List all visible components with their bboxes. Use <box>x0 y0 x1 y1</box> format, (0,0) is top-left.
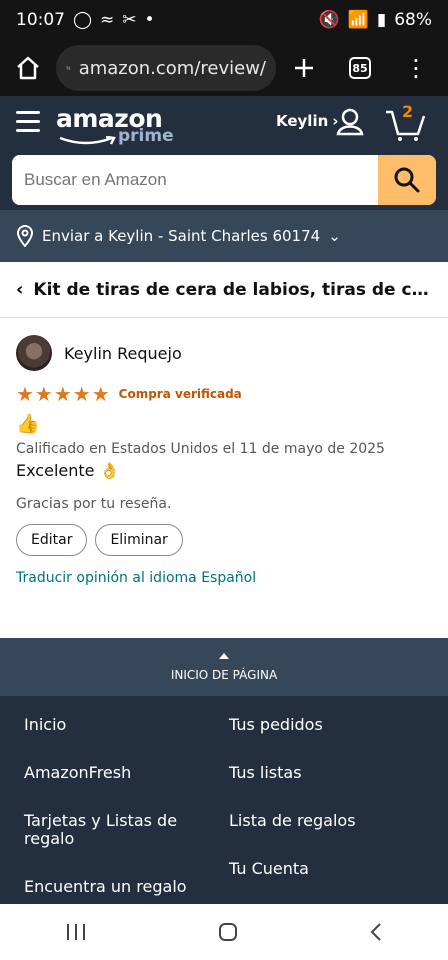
review-actions: Editar Eliminar <box>16 524 432 556</box>
signal-icon: ▮ <box>376 10 387 30</box>
site-settings-icon <box>66 66 71 70</box>
search-icon <box>394 167 420 193</box>
footer-link-find-gift[interactable]: Encuentra un regalo <box>24 878 204 904</box>
footer-column-left: Inicio AmazonFresh Tarjetas y Listas de … <box>24 716 204 904</box>
review-card: Keylin Requejo ★★★★★ Compra verificada 👍… <box>16 334 432 586</box>
star-rating: ★★★★★ <box>16 382 111 406</box>
footer-link-lists[interactable]: Tus listas <box>229 764 429 812</box>
back-icon[interactable] <box>368 921 384 943</box>
back-to-top-label: INICIO DE PÁGINA <box>170 668 278 682</box>
thanks-message: Gracias por tu reseña. <box>16 496 172 512</box>
status-bar: 10:07 ◯ ≈ ✂ • 🔇 📶 ▮ 68% <box>0 0 448 40</box>
caret-up-icon <box>219 653 229 659</box>
footer-link-account[interactable]: Tu Cuenta <box>229 860 429 904</box>
dot-icon: • <box>144 10 155 30</box>
url-text: amazon.com/review/ <box>78 57 266 79</box>
logo-prime: prime <box>118 126 174 146</box>
product-title: Kit de tiras de cera de labios, tiras de… <box>33 279 433 300</box>
tabs-count: 85 <box>349 57 371 79</box>
browser-toolbar: amazon.com/review/ 85 ⋮ <box>0 40 448 96</box>
location-pin-icon <box>16 225 34 247</box>
thumbs-up-emoji: 👍 <box>16 413 40 435</box>
back-to-top-button[interactable]: INICIO DE PÁGINA <box>0 638 448 696</box>
scissors-icon: ✂ <box>122 10 137 30</box>
footer-column-right: Tus pedidos Tus listas Lista de regalos … <box>229 716 429 904</box>
footer-link-registry[interactable]: Lista de regalos <box>229 812 429 860</box>
account-name: Keylin <box>276 112 329 130</box>
delivery-location[interactable]: Enviar a Keylin - Saint Charles 60174 ⌄ <box>0 210 448 262</box>
reviewer-row: Keylin Requejo <box>16 334 432 372</box>
account-link[interactable]: Keylin › <box>276 112 338 130</box>
smile-arrow-icon <box>59 136 116 145</box>
footer-link-orders[interactable]: Tus pedidos <box>229 716 429 764</box>
browser-home-button[interactable] <box>0 40 56 96</box>
wifi-icon: 📶 <box>347 10 369 30</box>
delivery-text: Enviar a Keylin - Saint Charles 60174 <box>42 227 321 245</box>
browser-menu-button[interactable]: ⋮ <box>388 40 444 96</box>
review-headline: Excelente 👌 <box>16 461 120 480</box>
footer-link-inicio[interactable]: Inicio <box>24 716 204 764</box>
battery-level: 68% <box>394 10 432 30</box>
home-icon <box>17 56 39 80</box>
amazon-top-bar: amazon prime Keylin › 2 <box>0 96 448 152</box>
plus-icon <box>295 59 313 77</box>
review-date: Calificado en Estados Unidos el 11 de ma… <box>16 441 385 457</box>
new-tab-button[interactable] <box>276 40 332 96</box>
search-button[interactable] <box>378 155 436 205</box>
footer-link-amazonfresh[interactable]: AmazonFresh <box>24 764 204 812</box>
edit-button[interactable]: Editar <box>16 524 88 556</box>
wave-icon: ≈ <box>100 10 115 30</box>
amazon-header: amazon prime Keylin › 2 <box>0 96 448 210</box>
search-input[interactable] <box>12 155 378 205</box>
status-time: 10:07 <box>16 10 65 30</box>
home-button-icon[interactable] <box>217 921 239 943</box>
more-vert-icon: ⋮ <box>404 54 428 82</box>
footer-link-gift-cards[interactable]: Tarjetas y Listas de regalo <box>24 812 204 878</box>
android-nav-bar <box>0 904 448 960</box>
cart-button[interactable]: 2 <box>384 102 428 142</box>
product-title-row[interactable]: ‹ Kit de tiras de cera de labios, tiras … <box>0 262 448 318</box>
verified-purchase-badge: Compra verificada <box>118 387 242 401</box>
status-left: 10:07 ◯ ≈ ✂ • <box>16 10 155 30</box>
whatsapp-icon: ◯ <box>73 10 93 30</box>
cart-icon <box>386 110 426 141</box>
delete-button[interactable]: Eliminar <box>95 524 183 556</box>
translate-link[interactable]: Traducir opinión al idioma Español <box>16 570 432 586</box>
menu-icon[interactable] <box>16 111 40 133</box>
recents-icon[interactable] <box>64 922 88 942</box>
search-bar <box>12 155 436 205</box>
amazon-prime-logo[interactable]: amazon prime <box>56 104 174 148</box>
chevron-down-icon: ⌄ <box>328 227 341 245</box>
footer-links: Inicio AmazonFresh Tarjetas y Listas de … <box>0 696 448 904</box>
tabs-button[interactable]: 85 <box>332 40 388 96</box>
chevron-left-icon: ‹ <box>16 279 24 300</box>
rating-row: ★★★★★ Compra verificada <box>16 382 432 406</box>
mute-icon: 🔇 <box>318 10 340 30</box>
user-icon[interactable] <box>334 106 366 138</box>
avatar <box>16 335 52 371</box>
status-right: 🔇 📶 ▮ 68% <box>319 10 433 30</box>
address-bar[interactable]: amazon.com/review/ <box>56 45 276 91</box>
reviewer-name: Keylin Requejo <box>64 343 182 363</box>
